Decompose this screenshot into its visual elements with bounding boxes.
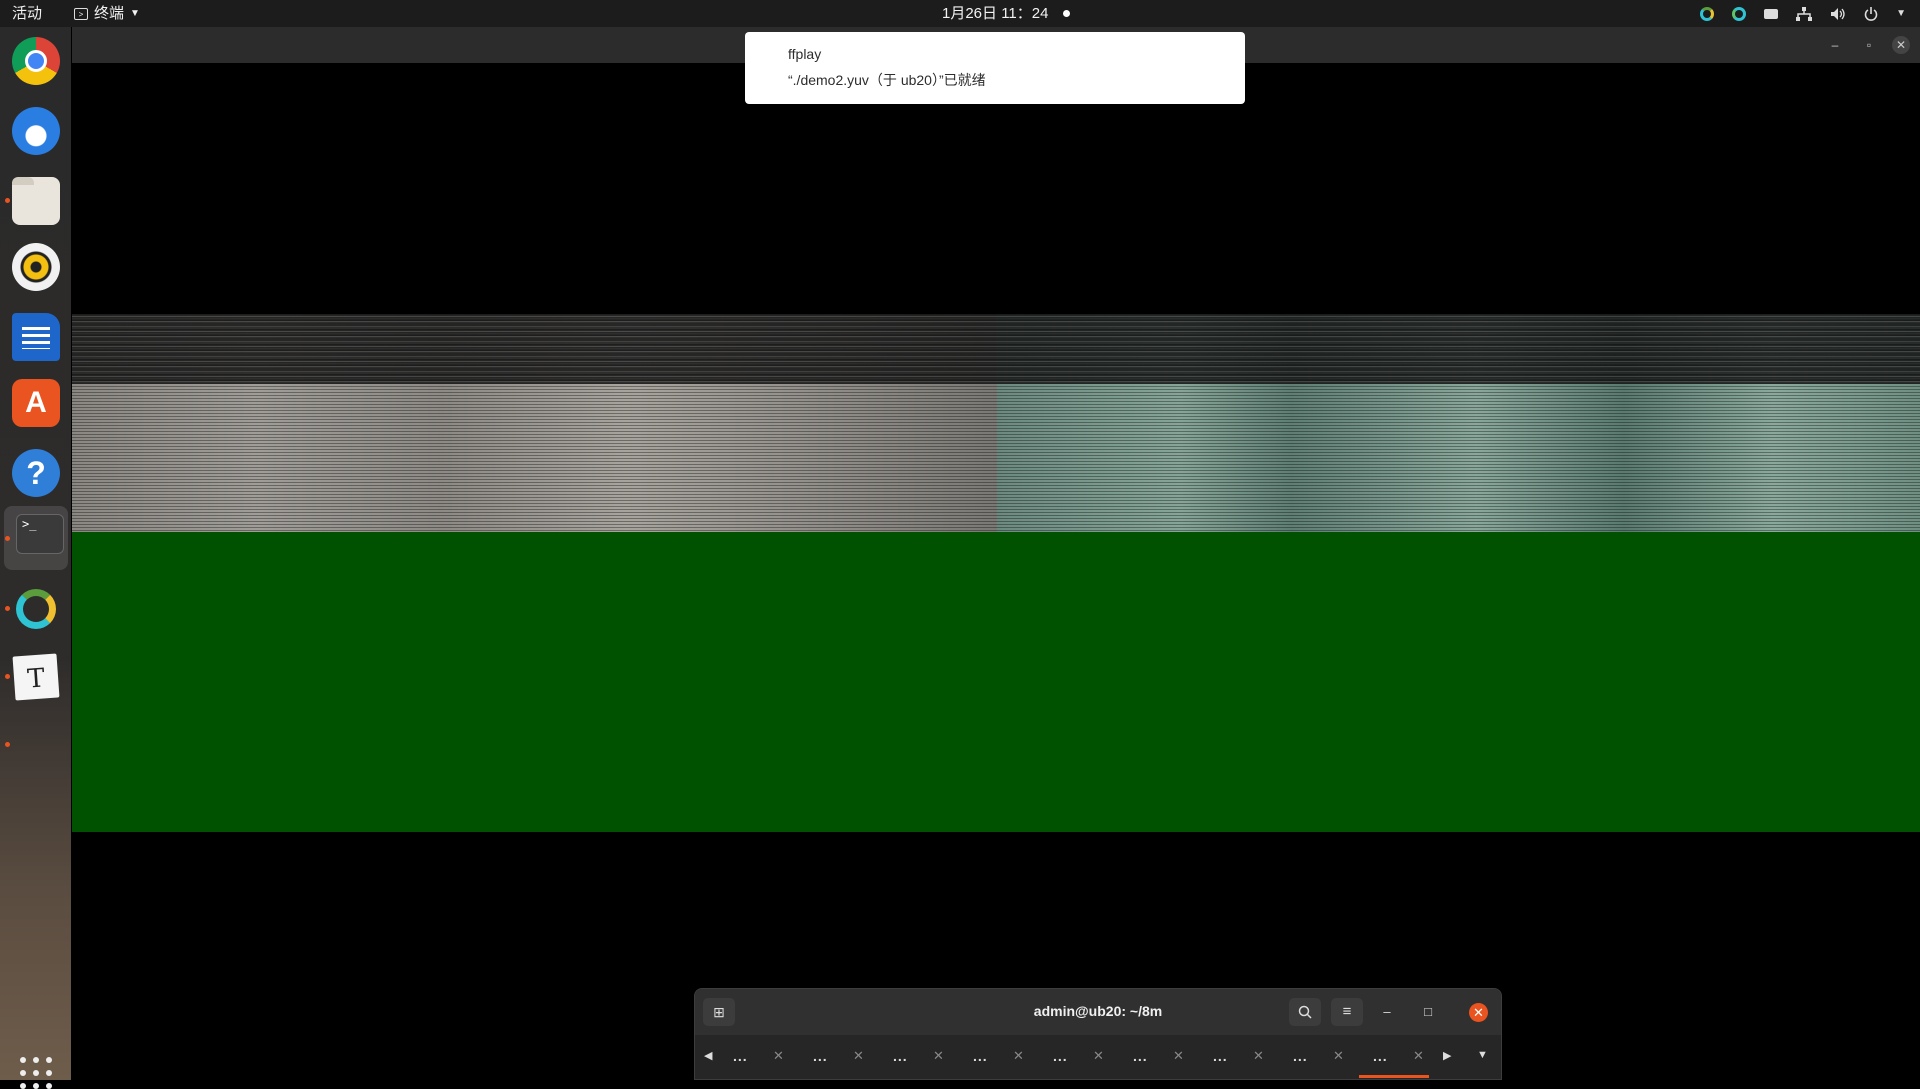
thunderbird-icon[interactable] <box>12 107 60 155</box>
maximize-icon[interactable]: ▫ <box>1860 36 1878 54</box>
running-indicator <box>5 606 10 611</box>
files-icon[interactable] <box>12 177 60 225</box>
tab-list-dropdown-icon[interactable]: ▼ <box>1477 1049 1488 1061</box>
show-apps-icon[interactable] <box>20 1057 52 1089</box>
terminal-tab[interactable]: ... ✕ <box>785 1045 865 1075</box>
activities-button[interactable]: 活动 <box>12 0 42 27</box>
maximize-button[interactable]: □ <box>1419 1003 1437 1021</box>
keyboard-icon[interactable] <box>1764 8 1779 19</box>
chevron-down-icon: ▼ <box>130 8 140 19</box>
terminal-tab[interactable]: ... ✕ <box>1105 1045 1185 1075</box>
close-tab-icon[interactable]: ✕ <box>773 1048 784 1064</box>
terminal-tab[interactable]: ... ✕ <box>1265 1045 1345 1075</box>
ring-app-icon[interactable] <box>16 589 56 629</box>
search-icon <box>1298 1005 1312 1019</box>
terminal-tab[interactable]: ... ✕ <box>1185 1045 1265 1075</box>
teal-ring-icon[interactable] <box>1732 6 1747 21</box>
power-icon[interactable] <box>1864 6 1878 21</box>
close-tab-icon[interactable]: ✕ <box>1093 1048 1104 1064</box>
notification-body: “./demo2.yuv（于 ub20）”已就绪 <box>788 72 986 88</box>
scroll-right-icon[interactable]: ▶ <box>1443 1049 1451 1062</box>
typora-icon[interactable]: T <box>12 653 60 701</box>
terminal-window[interactable]: ⊞ admin@ub20: ~/8m ≡ – □ ✕ ◀ ... ✕ ... ✕ .… <box>694 988 1502 1080</box>
close-icon[interactable]: ✕ <box>1892 36 1910 54</box>
writer-icon[interactable] <box>12 313 60 361</box>
running-indicator <box>5 536 10 541</box>
network-icon[interactable] <box>1796 6 1813 21</box>
terminal-tab[interactable]: ... ✕ <box>705 1045 785 1075</box>
terminal-tab-active[interactable]: ... ✕ <box>1345 1045 1429 1078</box>
search-button[interactable] <box>1289 998 1321 1026</box>
close-tab-icon[interactable]: ✕ <box>1013 1048 1024 1064</box>
close-button[interactable]: ✕ <box>1469 1003 1488 1022</box>
close-tab-icon[interactable]: ✕ <box>853 1048 864 1064</box>
terminal-icon: >_ <box>16 514 64 554</box>
terminal-headerbar[interactable]: ⊞ admin@ub20: ~/8m ≡ – □ ✕ <box>695 989 1501 1035</box>
close-tab-icon[interactable]: ✕ <box>1333 1048 1344 1064</box>
close-tab-icon[interactable]: ✕ <box>1413 1048 1424 1064</box>
terminal-tab[interactable]: ... ✕ <box>945 1045 1025 1075</box>
notification-banner[interactable]: ffplay “./demo2.yuv（于 ub20）”已就绪 <box>745 32 1245 104</box>
clock[interactable]: 1月26日 11：24 <box>942 0 1048 27</box>
close-tab-icon[interactable]: ✕ <box>933 1048 944 1064</box>
close-tab-icon[interactable]: ✕ <box>1253 1048 1264 1064</box>
terminal-tab-bar: ◀ ... ✕ ... ✕ ... ✕ ... ✕ ... ✕ ... ✕ ... ✕ ...… <box>695 1035 1501 1079</box>
colorful-ring-icon[interactable] <box>1700 6 1715 21</box>
minimize-button[interactable]: – <box>1378 1003 1396 1021</box>
terminal-tab[interactable]: ... ✕ <box>1025 1045 1105 1075</box>
terminal-mini-icon: > <box>74 7 88 20</box>
dock: A ? >_ T <box>0 27 71 1089</box>
app-store-icon[interactable]: A <box>12 379 60 427</box>
running-indicator <box>5 674 10 679</box>
chevron-down-icon[interactable]: ▼ <box>1896 8 1906 19</box>
video-frame-green <box>72 532 1920 832</box>
app-menu-label: 终端 <box>94 5 125 22</box>
video-window[interactable]: – ▫ ✕ <box>72 27 1920 1080</box>
volume-icon[interactable] <box>1830 7 1846 21</box>
video-frame-noise <box>72 314 1920 532</box>
running-indicator <box>5 742 10 747</box>
chrome-icon[interactable] <box>12 37 60 85</box>
close-tab-icon[interactable]: ✕ <box>1173 1048 1184 1064</box>
terminal-dock-item[interactable]: >_ <box>4 506 68 570</box>
app-menu[interactable]: > 终端 ▼ <box>74 0 140 27</box>
system-tray[interactable]: ▼ <box>1700 0 1906 27</box>
notification-title: ffplay <box>788 46 822 62</box>
menu-button[interactable]: ≡ <box>1331 998 1363 1026</box>
top-bar: 活动 > 终端 ▼ 1月26日 11：24 ▼ <box>0 0 1920 27</box>
help-icon[interactable]: ? <box>12 449 60 497</box>
minimize-icon[interactable]: – <box>1826 36 1844 54</box>
rhythmbox-icon[interactable] <box>12 243 60 291</box>
notification-dot <box>1063 10 1070 17</box>
running-indicator <box>5 198 10 203</box>
terminal-tab[interactable]: ... ✕ <box>865 1045 945 1075</box>
